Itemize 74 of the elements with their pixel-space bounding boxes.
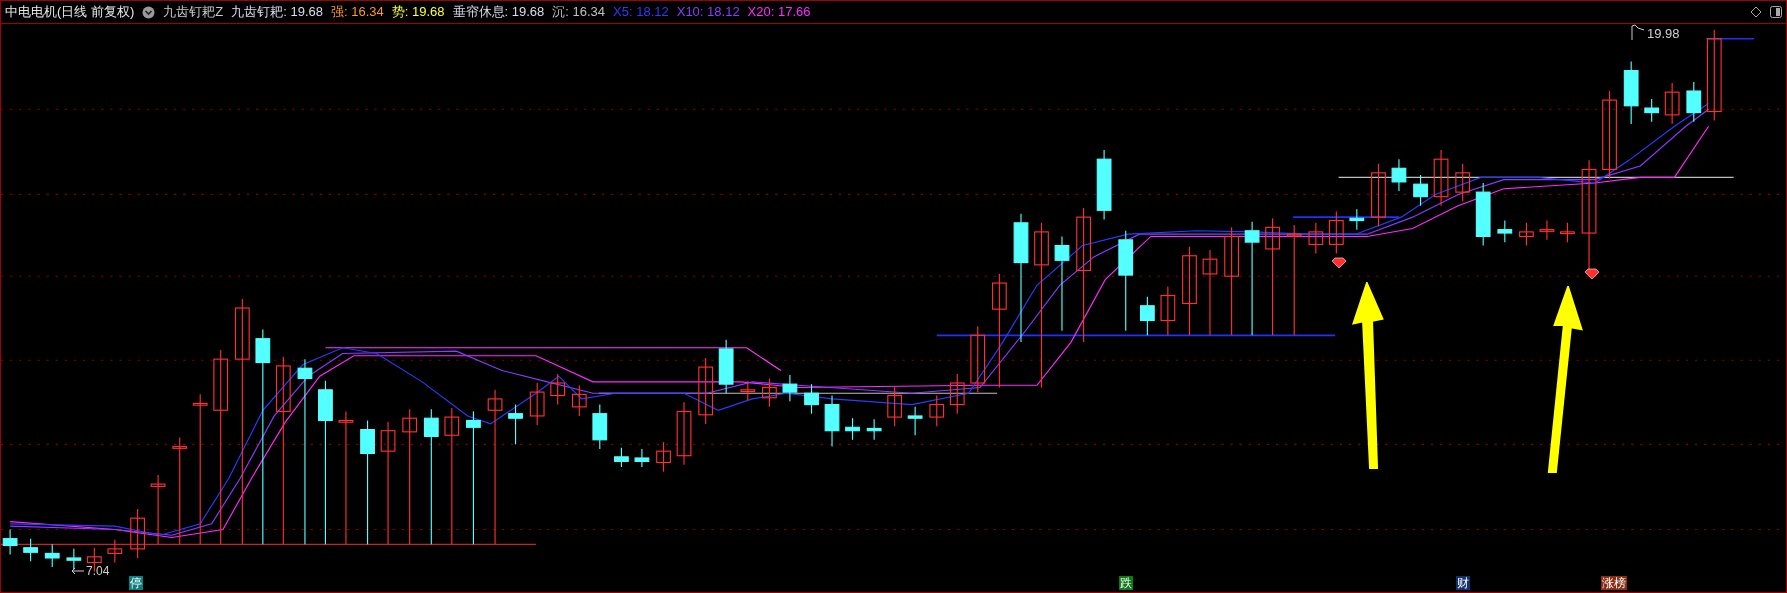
indicator-value: 沉: 16.34 bbox=[552, 3, 606, 22]
low-price-label: 7.04 bbox=[86, 563, 110, 580]
gem-icon bbox=[1584, 268, 1600, 280]
indicator-value: 九齿钉耙: 19.68 bbox=[231, 3, 323, 22]
rising-candlestick bbox=[130, 508, 145, 559]
indicator-value: 垂帘休息: 19.68 bbox=[452, 3, 545, 22]
rising-candlestick bbox=[1308, 222, 1324, 255]
left-arrow-icon bbox=[71, 567, 85, 575]
rising-candlestick bbox=[1328, 210, 1344, 255]
falling-candlestick bbox=[804, 383, 819, 415]
rising-candlestick bbox=[656, 441, 671, 473]
falling-candlestick bbox=[907, 406, 923, 436]
rising-candlestick bbox=[107, 539, 123, 564]
falling-candlestick bbox=[718, 339, 734, 394]
dropdown-circle-icon[interactable] bbox=[142, 5, 156, 19]
rising-candlestick bbox=[1455, 163, 1471, 202]
rising-candlestick bbox=[1371, 163, 1386, 227]
falling-candlestick bbox=[1686, 81, 1702, 123]
level-line bbox=[1705, 37, 1755, 40]
signal-tag: 涨榜 bbox=[1601, 576, 1627, 590]
falling-candlestick bbox=[1623, 60, 1639, 125]
indicator-value: X10: 18.12 bbox=[676, 3, 740, 22]
indicator-value: X20: 17.66 bbox=[747, 3, 811, 22]
flag-icon bbox=[1631, 24, 1645, 40]
falling-candlestick bbox=[1497, 219, 1513, 243]
falling-candlestick bbox=[782, 374, 798, 402]
rising-candlestick bbox=[571, 384, 587, 417]
rising-candlestick bbox=[1664, 82, 1680, 125]
falling-candlestick bbox=[1349, 208, 1365, 231]
rising-candlestick bbox=[949, 373, 965, 415]
signal-tag: 停 bbox=[129, 576, 143, 590]
falling-candlestick bbox=[592, 404, 608, 450]
rising-candlestick bbox=[1560, 222, 1575, 243]
stock-title: 中电电机(日线 前复权) bbox=[5, 3, 135, 22]
high-price-label: 19.98 bbox=[1647, 25, 1680, 43]
falling-candlestick bbox=[614, 447, 629, 468]
rising-candlestick bbox=[740, 380, 756, 401]
falling-candlestick bbox=[1475, 182, 1491, 247]
rising-candlestick bbox=[1539, 219, 1555, 241]
diamond-icon[interactable] bbox=[1750, 6, 1762, 18]
rising-candlestick bbox=[1519, 222, 1534, 247]
signal-tag: 财 bbox=[1456, 576, 1470, 590]
indicator-name: 九齿钉耙Z bbox=[163, 3, 224, 22]
gem-icon bbox=[1331, 257, 1347, 269]
falling-candlestick bbox=[44, 543, 60, 568]
falling-candlestick bbox=[23, 538, 38, 562]
falling-candlestick bbox=[1413, 174, 1428, 207]
falling-candlestick bbox=[1644, 98, 1660, 123]
indicator-value: X5: 18.12 bbox=[613, 3, 669, 22]
falling-candlestick bbox=[634, 448, 650, 468]
rising-candlestick bbox=[1160, 285, 1176, 336]
falling-candlestick bbox=[1096, 149, 1112, 220]
rising-candlestick bbox=[529, 382, 545, 426]
rising-candlestick bbox=[762, 377, 777, 408]
falling-candlestick bbox=[1139, 296, 1155, 336]
rising-candlestick bbox=[150, 474, 166, 545]
rising-candlestick bbox=[550, 373, 566, 406]
rising-candlestick bbox=[970, 325, 986, 393]
falling-candlestick bbox=[66, 548, 82, 570]
rising-candlestick bbox=[698, 357, 714, 425]
signal-tag: 跌 bbox=[1119, 576, 1133, 590]
falling-candlestick bbox=[824, 394, 840, 448]
indicator-value: 势: 19.68 bbox=[391, 3, 445, 22]
indicator-value: 强: 16.34 bbox=[331, 3, 384, 22]
falling-candlestick bbox=[845, 417, 860, 441]
falling-candlestick bbox=[1391, 158, 1407, 192]
rising-candlestick bbox=[887, 385, 903, 427]
falling-candlestick bbox=[508, 404, 523, 445]
rising-candlestick bbox=[929, 394, 945, 427]
rising-candlestick bbox=[676, 401, 692, 466]
rising-candlestick bbox=[1433, 149, 1449, 207]
falling-candlestick bbox=[866, 418, 882, 441]
panel-toggle-icon[interactable] bbox=[1770, 6, 1782, 18]
falling-candlestick bbox=[2, 529, 18, 556]
